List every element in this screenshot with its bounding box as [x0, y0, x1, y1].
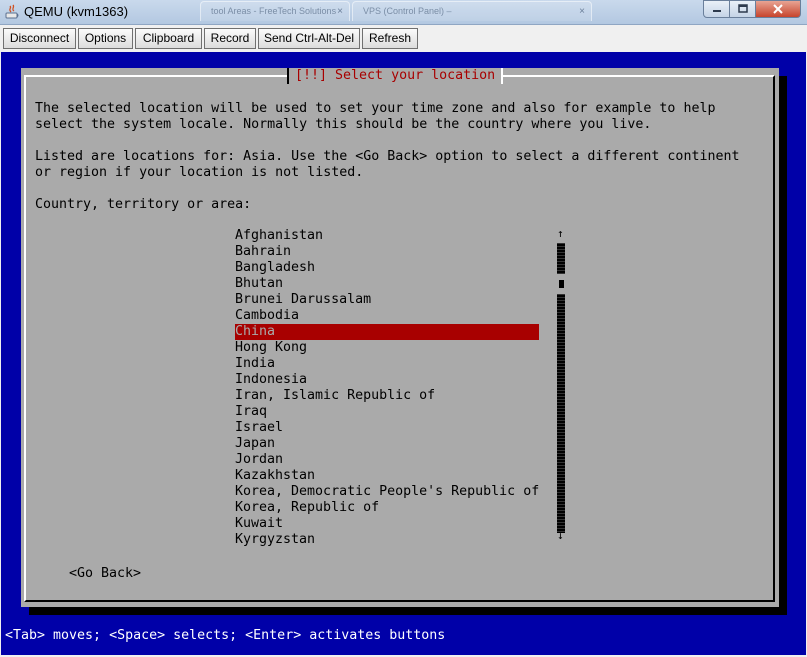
maximize-icon	[737, 4, 748, 13]
close-icon	[773, 4, 783, 14]
country-option[interactable]: Korea, Republic of	[235, 500, 539, 516]
country-option[interactable]: Hong Kong	[235, 340, 539, 356]
country-option[interactable]: India	[235, 356, 539, 372]
background-tab: × VPS (Control Panel) –	[352, 1, 592, 21]
minimize-button[interactable]	[703, 0, 730, 18]
description-line: select the system locale. Normally this …	[35, 117, 652, 132]
toolbar: Disconnect Options Clipboard Record Send…	[0, 26, 807, 50]
close-icon: ×	[337, 6, 343, 17]
send-ctrl-alt-del-button[interactable]: Send Ctrl-Alt-Del	[258, 28, 360, 49]
scrollbar-thumb[interactable]	[557, 278, 566, 290]
java-app-icon	[5, 4, 19, 19]
country-prompt: Country, territory or area:	[35, 197, 252, 212]
country-option[interactable]: Korea, Democratic People's Republic of	[235, 484, 539, 500]
country-option[interactable]: Kyrgyzstan	[235, 532, 539, 548]
disconnect-button[interactable]: Disconnect	[3, 28, 76, 49]
country-option-selected[interactable]: China	[235, 324, 539, 340]
country-option[interactable]: Iraq	[235, 404, 539, 420]
dialog-title: [!!] Select your location	[287, 68, 504, 84]
country-option[interactable]: Bhutan	[235, 276, 539, 292]
select-location-dialog: [!!] Select your location The selected l…	[21, 68, 779, 607]
description-line: or region if your location is not listed…	[35, 165, 364, 180]
country-option[interactable]: Iran, Islamic Republic of	[235, 388, 539, 404]
status-bar-help: <Tab> moves; <Space> selects; <Enter> ac…	[5, 628, 446, 643]
clipboard-button[interactable]: Clipboard	[135, 28, 202, 49]
record-button[interactable]: Record	[204, 28, 256, 49]
country-option[interactable]: Brunei Darussalam	[235, 292, 539, 308]
background-tab-label: VPS (Control Panel) –	[363, 6, 452, 16]
remote-console[interactable]: [!!] Select your location The selected l…	[1, 52, 806, 655]
refresh-button[interactable]: Refresh	[362, 28, 418, 49]
description-line: Listed are locations for: Asia. Use the …	[35, 149, 740, 164]
country-option[interactable]: Kazakhstan	[235, 468, 539, 484]
maximize-button[interactable]	[730, 0, 756, 18]
country-option[interactable]: Bangladesh	[235, 260, 539, 276]
country-option[interactable]: Cambodia	[235, 308, 539, 324]
country-option[interactable]: Jordan	[235, 452, 539, 468]
country-option[interactable]: Japan	[235, 436, 539, 452]
country-option[interactable]: Afghanistan	[235, 228, 539, 244]
options-button[interactable]: Options	[78, 28, 133, 49]
minimize-icon	[712, 10, 721, 12]
go-back-button[interactable]: <Go Back>	[69, 566, 141, 582]
country-option[interactable]: Kuwait	[235, 516, 539, 532]
window-controls	[703, 0, 801, 18]
scroll-down-arrow-icon[interactable]: ↓	[557, 530, 564, 542]
window-title-bar: QEMU (kvm1363) × tool Areas - FreeTech S…	[0, 0, 807, 25]
background-tab-label: tool Areas - FreeTech Solutions	[211, 6, 337, 16]
country-option[interactable]: Indonesia	[235, 372, 539, 388]
country-option[interactable]: Israel	[235, 420, 539, 436]
scroll-up-arrow-icon[interactable]: ↑	[557, 228, 564, 240]
country-option[interactable]: Bahrain	[235, 244, 539, 260]
close-icon: ×	[579, 6, 585, 17]
background-tab: × tool Areas - FreeTech Solutions	[200, 1, 350, 21]
window-title: QEMU (kvm1363)	[24, 4, 129, 19]
close-button[interactable]	[756, 0, 801, 18]
description-line: The selected location will be used to se…	[35, 101, 716, 116]
